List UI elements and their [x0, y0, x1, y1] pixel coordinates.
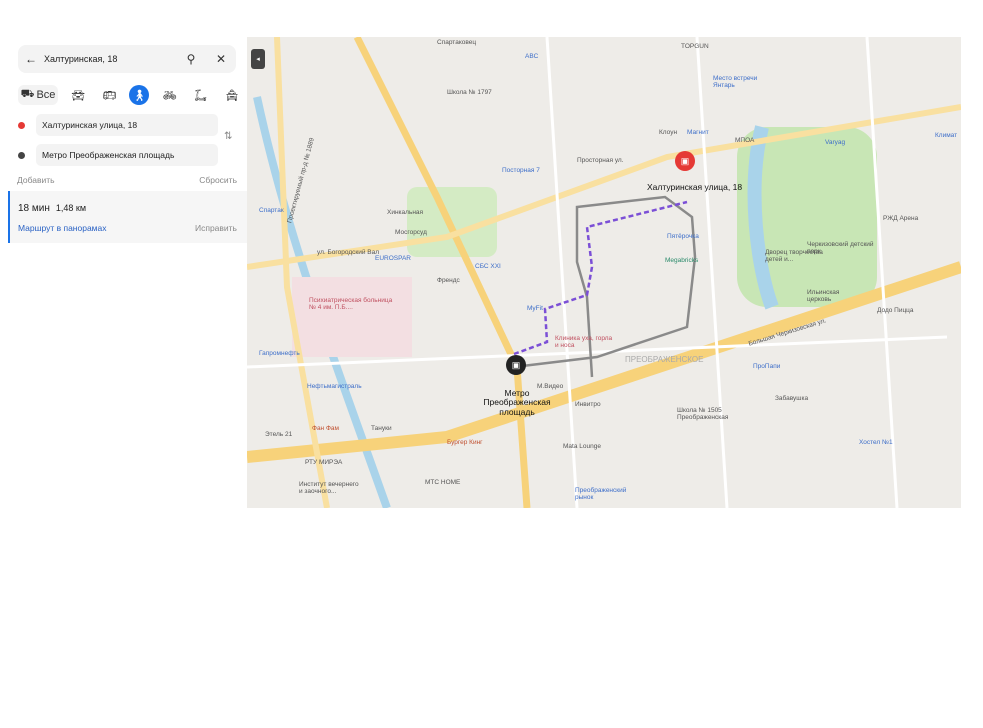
street-label: Просторная ул.: [577, 157, 624, 164]
transport-modes: ⛟ Все 🚘︎ 🚌︎ 🚶︎ 🚲︎ 🛴︎ 🚖︎: [18, 85, 243, 105]
taxi-icon[interactable]: 🚖︎: [221, 85, 243, 105]
search-box[interactable]: ← Халтуринская, 18 ⚲ ✕: [18, 45, 236, 73]
map-poi[interactable]: Нефтьмагистраль: [307, 383, 362, 390]
route-walk: [513, 200, 688, 356]
map-poi[interactable]: ABC: [525, 53, 538, 60]
map-poi[interactable]: Mata Lounge: [563, 443, 601, 450]
map-poi[interactable]: Климат: [935, 132, 957, 139]
map-poi[interactable]: Школа № 1505 Преображенская: [677, 407, 747, 421]
street-label: ул. Богородский Вал: [317, 249, 380, 256]
map-poi[interactable]: Френдс: [437, 277, 460, 284]
map-poi[interactable]: Преображенский рынок: [575, 487, 645, 501]
dark-dot-icon: [18, 151, 25, 159]
bus-icon[interactable]: 🚌︎: [98, 85, 120, 105]
map-poi[interactable]: Гапромнефть: [259, 350, 300, 357]
map-poi[interactable]: Клиника уха, горла и носа: [555, 335, 615, 349]
metro-pin-icon[interactable]: ▣: [506, 355, 526, 375]
map-poi[interactable]: Megabricks: [665, 257, 698, 264]
mode-all-label: Все: [36, 89, 56, 101]
map-poi[interactable]: Хинкальная: [387, 209, 423, 216]
collapse-panel-button[interactable]: ◂: [251, 49, 265, 69]
map-poi[interactable]: Клоун: [659, 129, 677, 136]
route-time: 18 мин: [18, 203, 50, 214]
map-poi[interactable]: Хостел №1: [859, 439, 893, 446]
search-icon[interactable]: ⚲: [176, 52, 206, 66]
map-poi[interactable]: Этель 21: [265, 431, 292, 438]
fix-button[interactable]: Исправить: [195, 223, 237, 233]
map-poi[interactable]: РЖД Арена: [883, 215, 918, 222]
route-distance: 1,48 км: [55, 203, 87, 213]
swap-icon[interactable]: ⇅: [224, 131, 232, 142]
map-poi[interactable]: Психиатрическая больница № 4 им. П.Б....: [309, 297, 399, 311]
map-label: Черкизовский детский парк: [807, 241, 874, 255]
district-label: ПРЕОБРАЖЕНСКОЕ: [625, 355, 704, 364]
origin-label: Метро Преображенская площадь: [483, 388, 551, 417]
map-poi[interactable]: Пятёрочка: [667, 233, 699, 240]
pink-area: [292, 277, 412, 357]
map-poi[interactable]: Мосгорсуд: [395, 229, 427, 236]
car-icon[interactable]: 🚘︎: [67, 85, 89, 105]
map-poi[interactable]: TOPGUN: [681, 43, 709, 50]
map-poi[interactable]: ПроПапи: [753, 363, 780, 370]
map-label: Спартаковец: [437, 39, 477, 46]
search-input[interactable]: Халтуринская, 18: [44, 54, 176, 64]
mode-all[interactable]: ⛟ Все: [18, 85, 58, 105]
map-poi[interactable]: Забавушка: [775, 395, 808, 402]
map-poi[interactable]: МПОА: [735, 137, 754, 144]
map-poi[interactable]: Тануки: [371, 425, 392, 432]
close-icon[interactable]: ✕: [206, 52, 236, 66]
route-result[interactable]: 18 мин 1,48 км Маршрут в панорамах Исправ…: [8, 191, 247, 243]
route-panel: ← Халтуринская, 18 ⚲ ✕ ⛟ Все 🚘︎ 🚌︎ 🚶︎ 🚲︎ …: [8, 37, 247, 247]
panorama-link[interactable]: Маршрут в панорамах: [18, 223, 107, 233]
map-poi[interactable]: Спартак: [259, 207, 284, 214]
route-point-from[interactable]: Халтуринская улица, 18: [8, 114, 218, 136]
map-poi[interactable]: М.Видео: [537, 383, 563, 390]
map-poi[interactable]: Бургер Кинг: [447, 439, 483, 446]
destination-label: Халтуринская улица, 18: [647, 182, 743, 192]
to-field[interactable]: Метро Преображенская площадь: [36, 144, 218, 166]
map-poi[interactable]: Магнит: [687, 129, 709, 136]
from-field[interactable]: Халтуринская улица, 18: [36, 114, 218, 136]
reset-button[interactable]: Сбросить: [199, 175, 237, 185]
bus-car-icon: ⛟: [20, 88, 35, 100]
bicycle-icon[interactable]: 🚲︎: [159, 85, 181, 105]
map-poi[interactable]: Место встречи Янтарь: [713, 75, 763, 89]
map-poi[interactable]: СБС XXI: [475, 263, 501, 270]
map-canvas: [247, 37, 961, 508]
map-poi[interactable]: Ильинская церковь: [807, 289, 857, 303]
destination-pin-icon[interactable]: ▣: [675, 151, 695, 171]
map-poi[interactable]: Додо Пицца: [877, 307, 914, 314]
map-poi[interactable]: Посторная 7: [502, 167, 540, 174]
red-dot-icon: [18, 121, 25, 129]
map-poi[interactable]: EUROSPAR: [375, 255, 411, 262]
route-point-to[interactable]: Метро Преображенская площадь: [8, 144, 218, 166]
map-poi[interactable]: Инвитро: [575, 401, 601, 408]
add-button[interactable]: Добавить: [17, 175, 55, 185]
scooter-icon[interactable]: 🛴︎: [190, 85, 212, 105]
walk-icon[interactable]: 🚶︎: [129, 85, 150, 105]
back-arrow-icon[interactable]: ←: [18, 52, 44, 66]
map-poi[interactable]: МТС HOME: [425, 479, 460, 486]
map-poi[interactable]: Институт вечернего и заочного...: [299, 481, 359, 495]
map-label: Школа № 1797: [447, 89, 492, 96]
map-poi[interactable]: РТУ МИРЭА: [305, 459, 342, 466]
map[interactable]: ◂ ▣ ▣ Халтуринская улица, 18 Метро Преоб…: [247, 37, 961, 508]
map-poi[interactable]: MyFit: [527, 305, 543, 312]
map-poi[interactable]: Varyag: [825, 139, 845, 146]
map-poi[interactable]: Фан Фам: [312, 425, 339, 432]
